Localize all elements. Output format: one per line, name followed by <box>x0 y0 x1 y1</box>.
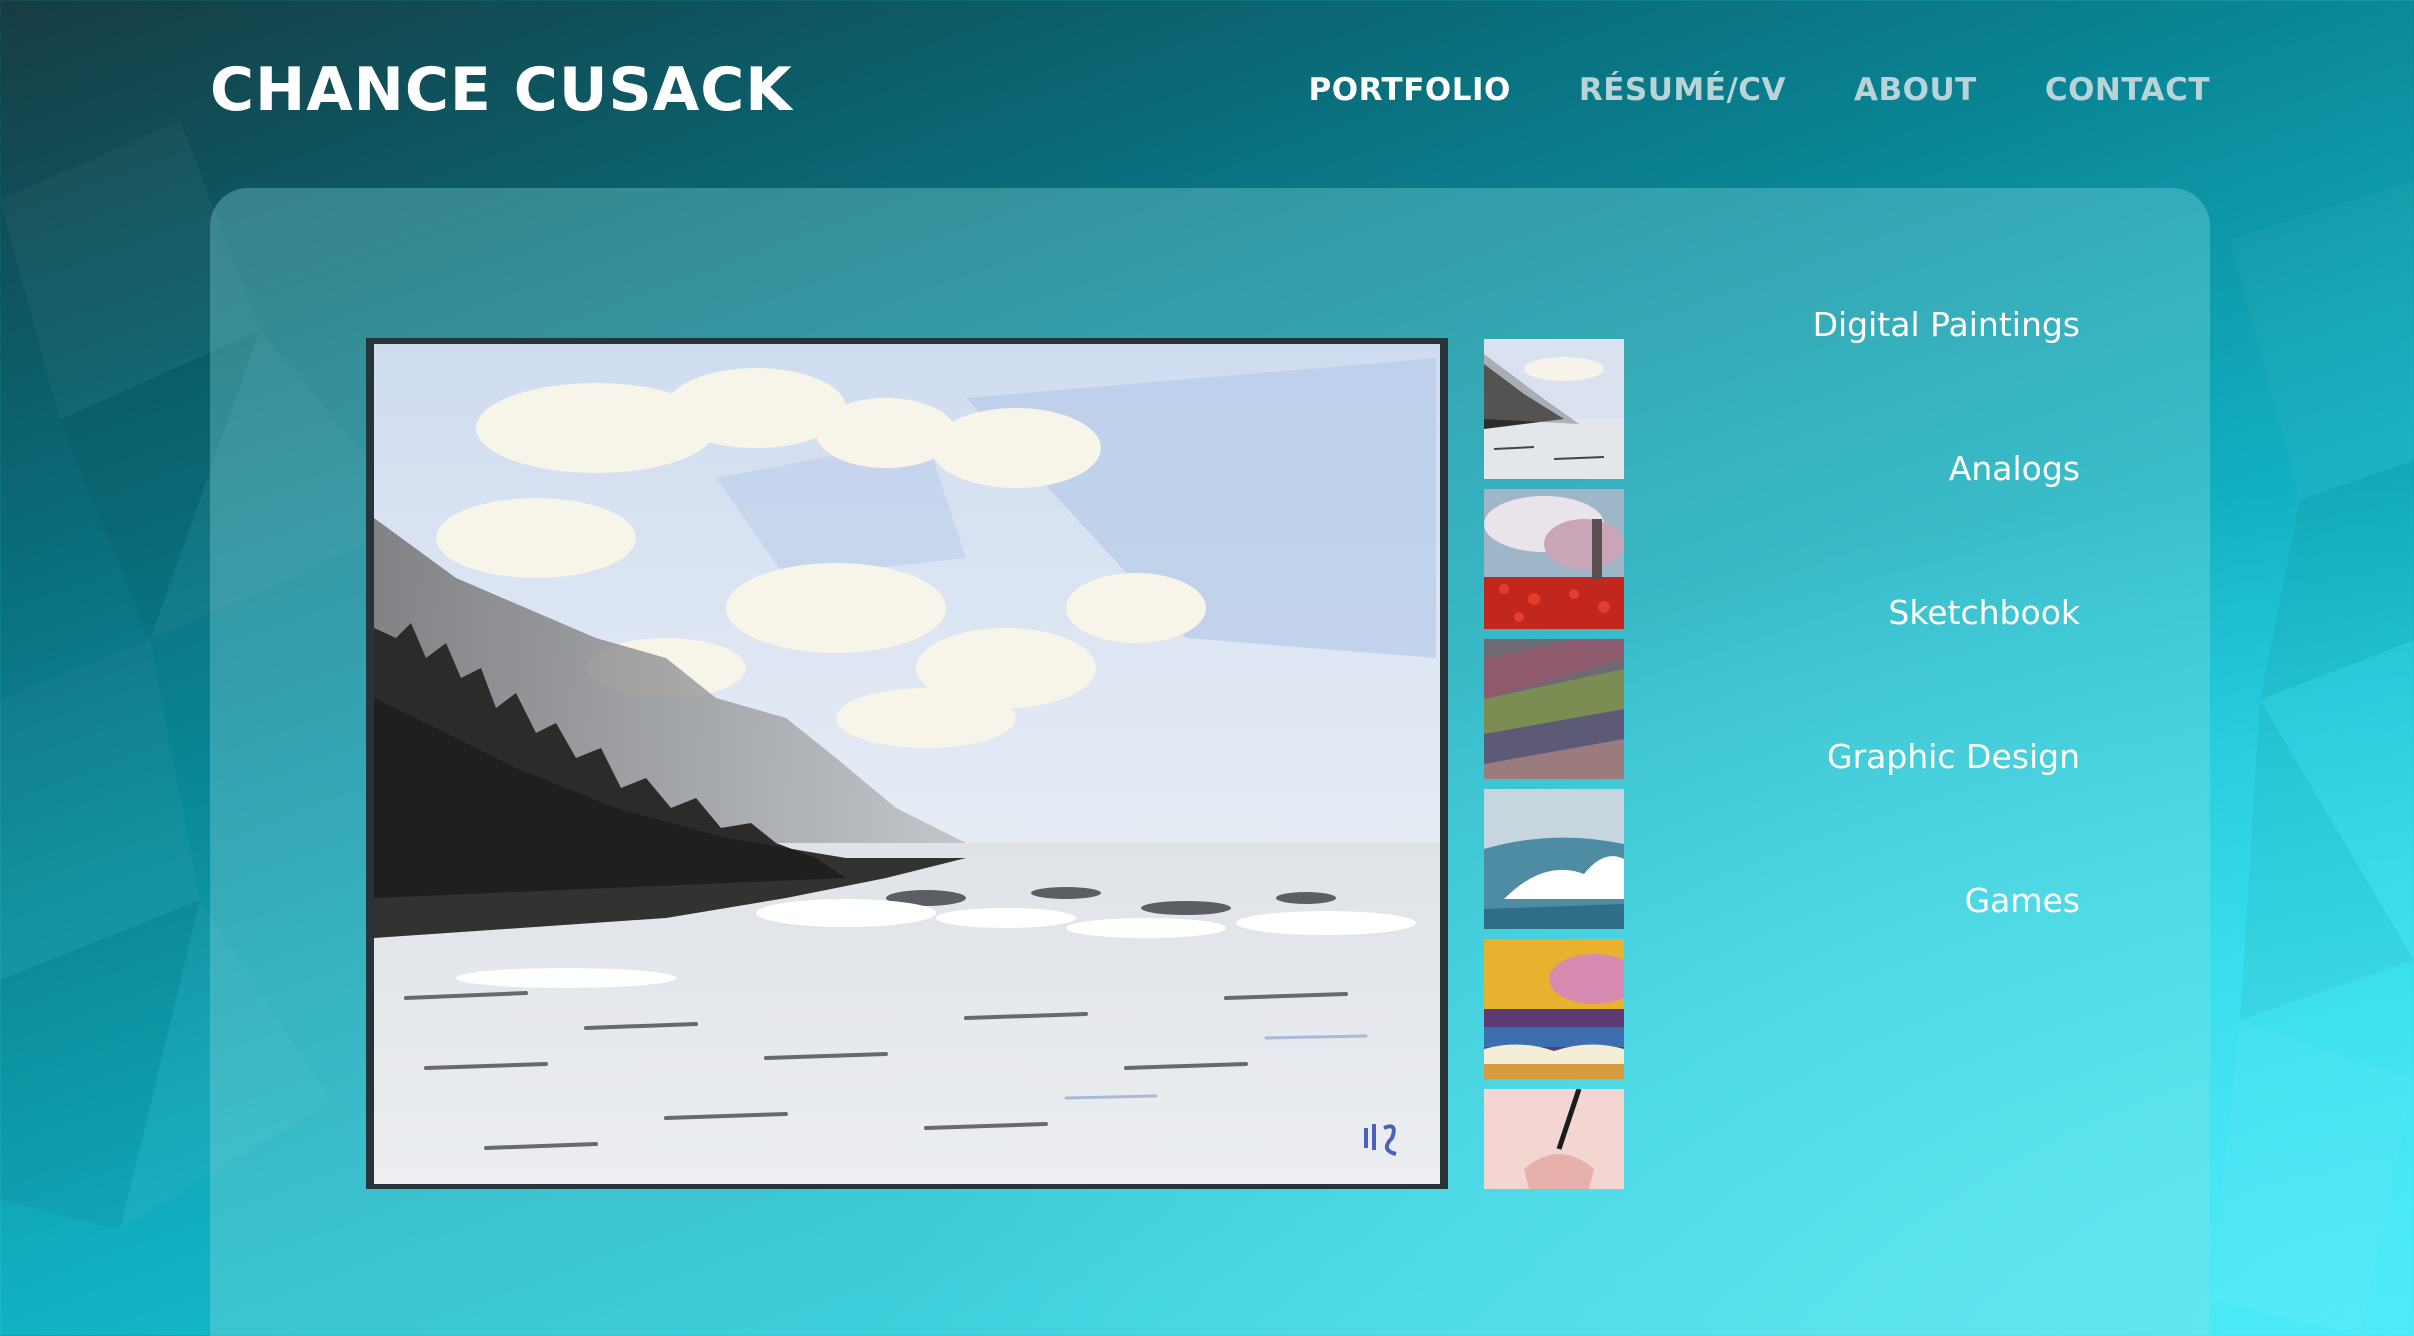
site-header: CHANCE CUSACK PORTFOLIO RÉSUMÉ/CV ABOUT … <box>0 0 2414 185</box>
thumbnail-abstract-strokes[interactable] <box>1484 639 1624 779</box>
thumbnail-poppy-field[interactable] <box>1484 489 1624 629</box>
category-sketchbook[interactable]: Sketchbook <box>1813 593 2080 633</box>
thumbnail-strip <box>1484 339 1624 1189</box>
thumbnail-sunset-seascape[interactable] <box>1484 939 1624 1079</box>
category-analogs[interactable]: Analogs <box>1813 449 2080 489</box>
category-graphic-design[interactable]: Graphic Design <box>1813 737 2080 777</box>
nav-about[interactable]: ABOUT <box>1854 72 1977 108</box>
nav-resume[interactable]: RÉSUMÉ/CV <box>1579 72 1786 108</box>
thumbnail-crashing-wave[interactable] <box>1484 789 1624 929</box>
category-menu: Digital Paintings Analogs Sketchbook Gra… <box>1813 305 2080 1025</box>
main-nav: PORTFOLIO RÉSUMÉ/CV ABOUT CONTACT <box>1309 72 2211 108</box>
nav-contact[interactable]: CONTACT <box>2045 72 2210 108</box>
category-games[interactable]: Games <box>1813 881 2080 921</box>
thumbnail-foggy-coast[interactable] <box>1484 339 1624 479</box>
nav-portfolio[interactable]: PORTFOLIO <box>1309 72 1511 108</box>
category-digital-paintings[interactable]: Digital Paintings <box>1813 305 2080 345</box>
main-painting[interactable] <box>366 338 1448 1189</box>
thumbnail-figure-sketch[interactable] <box>1484 1089 1624 1189</box>
site-logo[interactable]: CHANCE CUSACK <box>210 55 793 125</box>
